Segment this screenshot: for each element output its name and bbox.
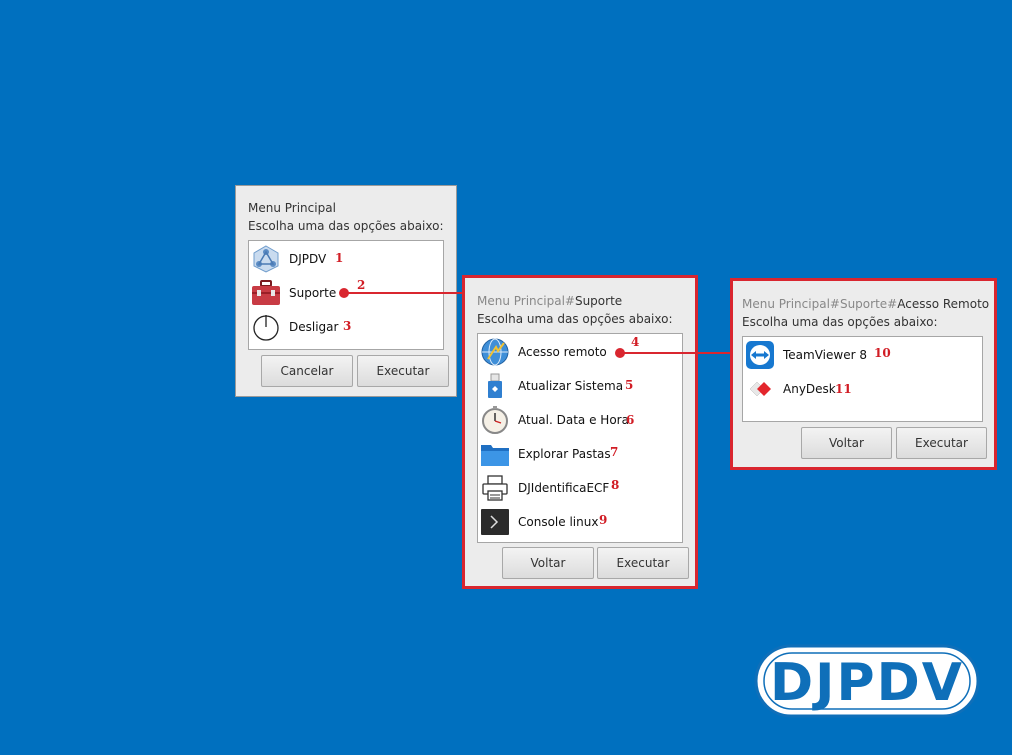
callout-number: 4 xyxy=(631,335,640,349)
item-label: TeamViewer 8 xyxy=(783,348,867,362)
callout-number: 11 xyxy=(835,382,852,396)
item-label: Acesso remoto xyxy=(518,345,607,359)
callout-number: 6 xyxy=(626,413,635,427)
anydesk-icon xyxy=(749,381,771,397)
list-item-atual-data-hora[interactable]: Atual. Data e Hora xyxy=(478,404,682,436)
callout-number: 8 xyxy=(611,478,620,492)
item-label: Suporte xyxy=(289,286,337,300)
options-list: Acesso remoto Atualizar Sistema Atual. D… xyxy=(477,333,683,543)
usb-update-icon xyxy=(488,373,502,398)
callout-number: 9 xyxy=(599,513,608,527)
djpdv-logo: DJPDV xyxy=(754,644,980,718)
callout-number: 7 xyxy=(610,445,619,459)
item-label: Explorar Pastas xyxy=(518,447,611,461)
callout-number: 10 xyxy=(874,346,891,360)
list-item-console-linux[interactable]: Console linux xyxy=(478,506,682,538)
logo-text: DJPDV xyxy=(770,653,964,713)
item-label: DJIdentificaECF xyxy=(518,481,610,495)
folder-icon xyxy=(481,445,509,466)
callout-number: 1 xyxy=(335,251,344,265)
support-menu-dialog: Menu Principal#Suporte Escolha uma das o… xyxy=(462,275,698,589)
item-label: Console linux xyxy=(518,515,599,529)
printer-icon xyxy=(482,475,508,501)
options-list: TeamViewer 8 AnyDesk xyxy=(742,336,983,422)
item-label: Atualizar Sistema xyxy=(518,379,624,393)
connector-line xyxy=(620,352,731,354)
execute-button[interactable]: Executar xyxy=(357,355,449,387)
djpdv-app-icon xyxy=(253,245,279,273)
dialog-subtitle: Escolha uma das opções abaixo: xyxy=(742,315,938,329)
path-current: Suporte xyxy=(574,294,623,308)
clock-icon xyxy=(482,406,508,434)
dialog-path: Menu Principal xyxy=(248,201,336,215)
connector-line xyxy=(345,292,463,294)
list-item-djidentificaecf[interactable]: DJIdentificaECF xyxy=(478,472,682,504)
callout-number: 2 xyxy=(357,278,366,292)
list-item-teamviewer[interactable]: TeamViewer 8 xyxy=(743,339,982,371)
back-button[interactable]: Voltar xyxy=(502,547,594,579)
item-label: Desligar xyxy=(289,320,339,334)
dialog-subtitle: Escolha uma das opções abaixo: xyxy=(248,219,444,233)
dialog-subtitle: Escolha uma das opções abaixo: xyxy=(477,312,673,326)
list-item-explorar-pastas[interactable]: Explorar Pastas xyxy=(478,438,682,470)
list-item-djpdv[interactable]: DJPDV xyxy=(249,243,443,275)
execute-button[interactable]: Executar xyxy=(597,547,689,579)
remote-access-dialog: Menu Principal#Suporte#Acesso Remoto Esc… xyxy=(730,278,997,470)
list-item-anydesk[interactable]: AnyDesk xyxy=(743,373,982,405)
execute-button[interactable]: Executar xyxy=(896,427,987,459)
callout-number: 3 xyxy=(343,319,352,333)
connector-dot xyxy=(339,288,349,298)
connector-dot xyxy=(615,348,625,358)
path-current: Acesso Remoto xyxy=(897,297,990,311)
list-item-atualizar-sistema[interactable]: Atualizar Sistema xyxy=(478,370,682,402)
item-label: AnyDesk xyxy=(783,382,836,396)
item-label: DJPDV xyxy=(289,252,327,266)
dialog-path: Menu Principal#Suporte#Acesso Remoto xyxy=(742,297,990,311)
terminal-icon xyxy=(481,509,509,535)
item-label: Atual. Data e Hora xyxy=(518,413,629,427)
teamviewer-icon xyxy=(746,341,774,369)
cancel-button[interactable]: Cancelar xyxy=(261,355,353,387)
power-icon xyxy=(253,315,279,341)
back-button[interactable]: Voltar xyxy=(801,427,892,459)
dialog-path: Menu Principal#Suporte xyxy=(477,294,623,308)
path-current: Menu Principal xyxy=(248,201,336,215)
toolbox-icon xyxy=(252,280,280,305)
callout-number: 5 xyxy=(625,378,634,392)
remote-globe-icon xyxy=(481,338,509,366)
